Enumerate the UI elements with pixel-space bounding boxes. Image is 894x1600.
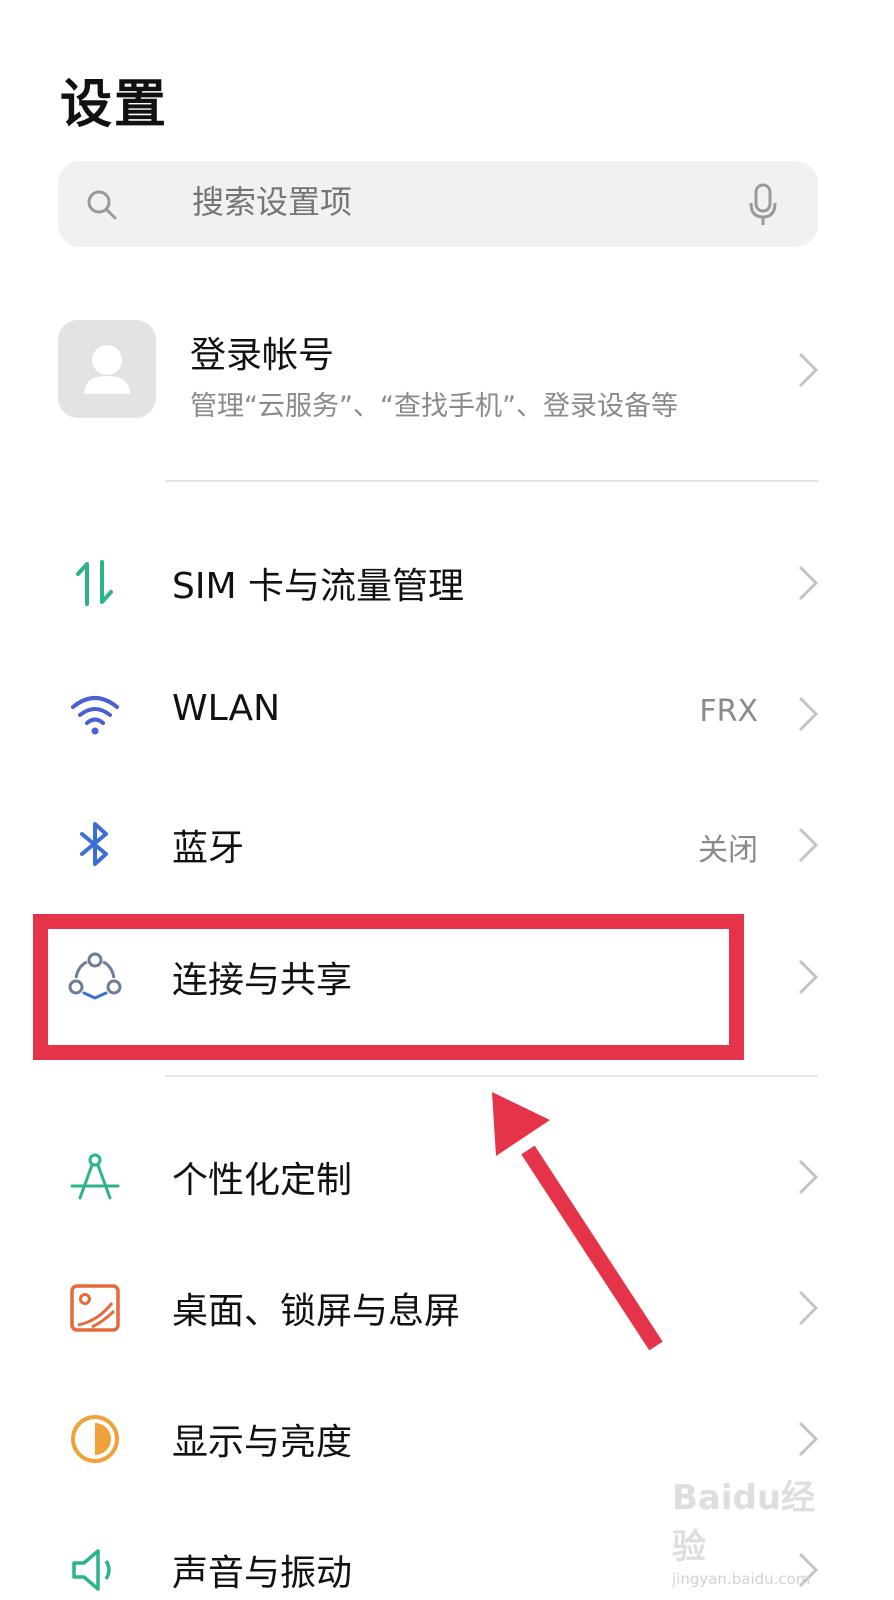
settings-item-label: WLAN — [172, 688, 281, 729]
bluetooth-icon — [80, 822, 108, 866]
settings-item-wlan[interactable]: WLAN FRX — [0, 648, 894, 779]
section-divider — [165, 1075, 818, 1077]
chevron-right-icon — [798, 565, 819, 601]
chevron-right-icon — [798, 696, 819, 732]
settings-item-label: 声音与振动 — [172, 1553, 353, 1594]
compass-personalize-icon — [70, 1153, 120, 1200]
chevron-right-icon — [798, 352, 819, 388]
watermark-url: jingyan.baidu.com — [672, 1570, 811, 1588]
annotation-arrow-icon — [492, 1092, 663, 1351]
account-title: 登录帐号 — [190, 335, 335, 376]
settings-item-sim[interactable]: SIM 卡与流量管理 — [0, 517, 894, 648]
wifi-icon — [71, 696, 119, 735]
microphone-icon[interactable] — [748, 183, 778, 227]
settings-item-label: 蓝牙 — [172, 828, 245, 869]
settings-item-value: 关闭 — [698, 833, 758, 868]
search-input[interactable] — [192, 183, 752, 221]
settings-item-bluetooth[interactable]: 蓝牙 关闭 — [0, 779, 894, 910]
settings-item-desktop-lockscreen[interactable]: 桌面、锁屏与息屏 — [0, 1242, 894, 1373]
user-avatar-icon — [58, 320, 156, 418]
settings-item-label: 显示与亮度 — [172, 1422, 353, 1463]
search-icon — [87, 190, 117, 220]
page-title: 设置 — [60, 75, 169, 135]
account-login-row[interactable]: 登录帐号 管理“云服务”、“查找手机”、登录设备等 — [0, 300, 894, 450]
section-divider — [165, 480, 818, 482]
chevron-right-icon — [798, 1159, 819, 1195]
chevron-right-icon — [798, 827, 819, 863]
search-bar[interactable] — [58, 161, 818, 247]
settings-item-label: SIM 卡与流量管理 — [172, 566, 464, 607]
settings-screen: 设置 登录帐号 管理“云服务”、“查找手机”、登录设备等 — [0, 0, 894, 1600]
settings-item-personalization[interactable]: 个性化定制 — [0, 1111, 894, 1242]
settings-item-label: 桌面、锁屏与息屏 — [172, 1291, 461, 1332]
settings-item-value: FRX — [699, 694, 758, 729]
highlight-box — [33, 914, 744, 1060]
account-subtitle: 管理“云服务”、“查找手机”、登录设备等 — [190, 391, 678, 422]
brightness-icon — [71, 1415, 119, 1463]
wallpaper-icon — [70, 1284, 120, 1332]
watermark-brand: Baidu经验 — [672, 1478, 816, 1567]
watermark: Baidu经验 jingyan.baidu.com — [672, 1470, 832, 1588]
chevron-right-icon — [798, 959, 819, 995]
settings-item-label: 个性化定制 — [172, 1160, 353, 1201]
chevron-right-icon — [798, 1421, 819, 1457]
sim-data-icon — [76, 560, 113, 606]
sound-icon — [72, 1549, 111, 1591]
chevron-right-icon — [798, 1290, 819, 1326]
